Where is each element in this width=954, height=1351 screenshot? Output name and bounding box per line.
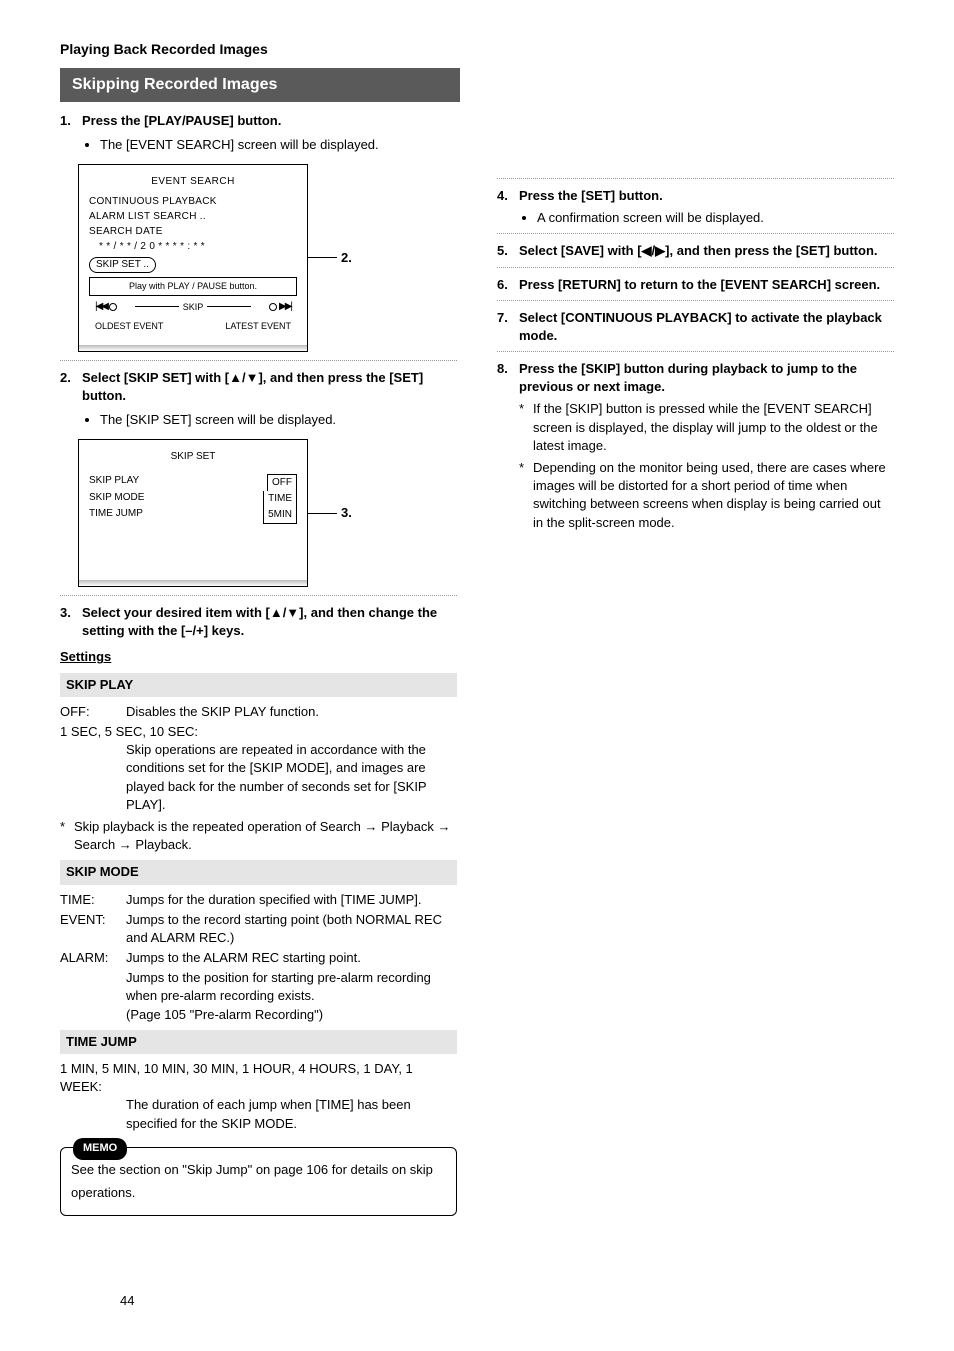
left-column: 1. Press the [PLAY/PAUSE] button. The [E… [60, 112, 457, 1216]
screen-line: ALARM LIST SEARCH .. [89, 210, 297, 224]
asterisk-icon: * [60, 818, 74, 854]
memo-box: MEMO See the section on "Skip Jump" on p… [60, 1147, 457, 1216]
prev-icon: |◀◀ [95, 300, 107, 314]
screen-line: * * / * * / 2 0 * * * * : * * [89, 240, 297, 254]
step-num: 1. [60, 112, 82, 130]
step-num: 3. [60, 604, 82, 640]
step-4: 4.Press the [SET] button. A confirmation… [497, 187, 894, 227]
skip-label: SKIP [183, 301, 204, 314]
separator [60, 595, 457, 596]
setting-key: OFF: [60, 703, 126, 721]
separator [497, 233, 894, 234]
page-title-bar: Skipping Recorded Images [60, 68, 460, 102]
row-val: 5MIN [263, 507, 297, 524]
page-number: 44 [120, 1292, 134, 1310]
setting-val: (Page 105 "Pre-alarm Recording") [126, 1006, 457, 1024]
step-2: 2. Select [SKIP SET] with [▲/▼], and the… [60, 369, 457, 405]
step-num: 5. [497, 242, 519, 260]
step-6: 6.Press [RETURN] to return to the [EVENT… [497, 276, 894, 294]
screen-title: EVENT SEARCH [89, 175, 297, 189]
setting-key: 1 MIN, 5 MIN, 10 MIN, 30 MIN, 1 HOUR, 4 … [60, 1060, 457, 1096]
slider-start [109, 303, 117, 311]
setting-val: Jumps to the record starting point (both… [126, 911, 457, 947]
right-column: 4.Press the [SET] button. A confirmation… [497, 112, 894, 1216]
step1-bullet: The [EVENT SEARCH] screen will be displa… [100, 136, 457, 154]
play-note: Play with PLAY / PAUSE button. [89, 277, 297, 296]
row-val: OFF [267, 474, 297, 491]
settings-heading: Settings [60, 648, 457, 666]
setting-key: ALARM: [60, 949, 126, 967]
step-text: Select [CONTINUOUS PLAYBACK] to activate… [519, 309, 894, 345]
separator [497, 178, 894, 179]
event-search-screen: EVENT SEARCH CONTINUOUS PLAYBACK ALARM L… [78, 164, 308, 351]
setting-val: The duration of each jump when [TIME] ha… [126, 1096, 457, 1132]
step2-bullet: The [SKIP SET] screen will be displayed. [100, 411, 457, 429]
row-val: TIME [263, 491, 297, 507]
memo-tag: MEMO [73, 1138, 127, 1160]
skip-set-highlight: SKIP SET .. [89, 257, 156, 273]
asterisk-icon: * [519, 459, 533, 532]
setting-key: 1 SEC, 5 SEC, 10 SEC: [60, 723, 457, 741]
separator [60, 360, 457, 361]
section-title: Playing Back Recorded Images [60, 40, 894, 60]
step-3: 3. Select your desired item with [▲/▼], … [60, 604, 457, 640]
screen-line: CONTINUOUS PLAYBACK [89, 195, 297, 209]
screen-line: SEARCH DATE [89, 225, 297, 239]
callout-3: 3. [341, 504, 352, 522]
step-8: 8.Press the [SKIP] button during playbac… [497, 360, 894, 532]
next-icon: ▶▶| [279, 300, 291, 314]
oldest-event: OLDEST EVENT [95, 320, 163, 333]
step-text: Press [RETURN] to return to the [EVENT S… [519, 276, 880, 294]
step4-bullet: A confirmation screen will be displayed. [537, 209, 894, 227]
separator [497, 351, 894, 352]
setting-val: Jumps to the position for starting pre-a… [126, 969, 457, 1005]
setting-val: Jumps to the ALARM REC starting point. [126, 949, 457, 967]
step-5: 5.Select [SAVE] with [◀/▶], and then pre… [497, 242, 894, 260]
separator [497, 267, 894, 268]
screen-title: SKIP SET [89, 450, 297, 464]
step-text: Select [SKIP SET] with [▲/▼], and then p… [82, 369, 457, 405]
step8-note1: If the [SKIP] button is pressed while th… [533, 400, 894, 455]
step8-note2: Depending on the monitor being used, the… [533, 459, 894, 532]
time-jump-heading: TIME JUMP [60, 1030, 457, 1054]
step-1: 1. Press the [PLAY/PAUSE] button. [60, 112, 457, 130]
slider-end [269, 303, 277, 311]
step-text: Select [SAVE] with [◀/▶], and then press… [519, 242, 878, 260]
step-text: Select your desired item with [▲/▼], and… [82, 604, 457, 640]
separator [497, 300, 894, 301]
row-key: SKIP PLAY [89, 474, 139, 491]
row-key: SKIP MODE [89, 491, 144, 507]
step-num: 4. [497, 187, 519, 205]
step-num: 8. [497, 360, 519, 396]
step-num: 7. [497, 309, 519, 345]
setting-key: EVENT: [60, 911, 126, 947]
step-text: Press the [PLAY/PAUSE] button. [82, 112, 457, 130]
skip-set-screen: SKIP SET SKIP PLAY OFF SKIP MODE TIME TI… [78, 439, 308, 587]
row-key: TIME JUMP [89, 507, 143, 524]
step-num: 6. [497, 276, 519, 294]
asterisk-icon: * [519, 400, 533, 455]
latest-event: LATEST EVENT [225, 320, 291, 333]
footnote: Skip playback is the repeated operation … [74, 818, 457, 854]
setting-key: TIME: [60, 891, 126, 909]
callout-2: 2. [341, 249, 352, 267]
step-num: 2. [60, 369, 82, 405]
setting-val: Disables the SKIP PLAY function. [126, 703, 457, 721]
skip-play-heading: SKIP PLAY [60, 673, 457, 697]
setting-val: Jumps for the duration specified with [T… [126, 891, 457, 909]
skip-mode-heading: SKIP MODE [60, 860, 457, 884]
memo-text: See the section on "Skip Jump" on page 1… [71, 1162, 433, 1200]
step-text: Press the [SET] button. [519, 187, 663, 205]
step-7: 7.Select [CONTINUOUS PLAYBACK] to activa… [497, 309, 894, 345]
setting-val: Skip operations are repeated in accordan… [126, 741, 457, 814]
step-text: Press the [SKIP] button during playback … [519, 360, 894, 396]
